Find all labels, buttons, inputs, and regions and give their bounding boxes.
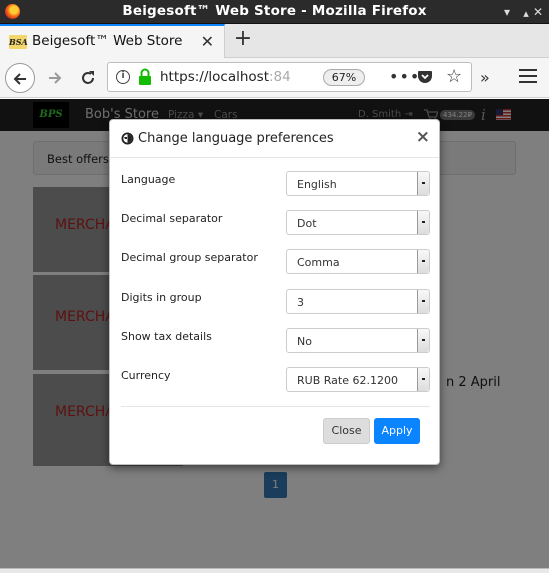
arrow-right-icon <box>49 72 62 84</box>
dropdown-arrow-icon <box>417 290 429 313</box>
tab-strip: BSA Beigesoft™ Web Store ✕ + <box>0 24 549 58</box>
page-actions-menu-icon[interactable]: ••• <box>389 67 420 86</box>
digits-in-group-value: 3 <box>297 296 304 309</box>
decimal-group-separator-value: Comma <box>297 256 340 269</box>
dropdown-arrow-icon <box>417 329 429 352</box>
lock-icon[interactable] <box>138 68 152 86</box>
site-favicon-icon: BSA <box>9 35 28 49</box>
dropdown-arrow-icon <box>417 172 429 195</box>
digits-in-group-label: Digits in group <box>121 291 202 304</box>
window-bottom-border <box>0 568 549 573</box>
close-button[interactable]: Close <box>323 418 370 444</box>
currency-value: RUB Rate 62.1200 <box>297 374 398 387</box>
close-window-icon[interactable]: ✕ <box>530 4 546 20</box>
tab-title: Beigesoft™ Web Store <box>32 33 183 49</box>
dialog-close-icon[interactable]: × <box>416 127 430 147</box>
pocket-icon[interactable] <box>417 69 433 85</box>
hamburger-menu-icon[interactable] <box>519 65 537 87</box>
url-port: :84 <box>269 69 291 85</box>
address-bar[interactable]: i https://localhost:84 67% ••• ☆ <box>107 62 472 92</box>
dropdown-arrow-icon <box>417 211 429 234</box>
forward-button[interactable] <box>40 63 70 93</box>
window-titlebar: Beigesoft™ Web Store - Mozilla Firefox ▾… <box>0 0 549 24</box>
minimize-window-icon[interactable]: ▾ <box>499 4 515 20</box>
language-value: English <box>297 178 337 191</box>
dialog-title: Change language preferences <box>138 131 334 146</box>
language-select[interactable]: English <box>286 171 430 196</box>
decimal-separator-value: Dot <box>297 217 317 230</box>
language-preferences-dialog: Change language preferences × Language E… <box>109 119 440 465</box>
digits-in-group-select[interactable]: 3 <box>286 289 430 314</box>
back-button[interactable] <box>5 63 35 93</box>
currency-label: Currency <box>121 369 171 382</box>
globe-icon <box>121 132 134 145</box>
site-info-icon[interactable]: i <box>116 70 130 84</box>
dialog-header: Change language preferences × <box>110 120 439 158</box>
url-main: https://localhost <box>160 69 269 85</box>
decimal-group-separator-label: Decimal group separator <box>121 251 258 264</box>
navigation-toolbar: i https://localhost:84 67% ••• ☆ » <box>0 58 549 98</box>
url-text[interactable]: https://localhost:84 <box>160 69 291 85</box>
overflow-chevron-icon[interactable]: » <box>480 68 490 87</box>
reload-button[interactable] <box>73 63 103 93</box>
zoom-level-button[interactable]: 67% <box>323 69 365 86</box>
window-title: Beigesoft™ Web Store - Mozilla Firefox <box>122 3 427 19</box>
reload-icon <box>82 71 94 84</box>
dropdown-arrow-icon <box>417 250 429 273</box>
show-tax-details-value: No <box>297 335 312 348</box>
show-tax-details-label: Show tax details <box>121 330 212 343</box>
decimal-separator-label: Decimal separator <box>121 212 223 225</box>
show-tax-details-select[interactable]: No <box>286 328 430 353</box>
bookmark-star-icon[interactable]: ☆ <box>446 66 462 87</box>
dialog-footer-divider <box>121 406 430 407</box>
close-tab-icon[interactable]: ✕ <box>201 32 214 51</box>
arrow-left-icon <box>13 73 26 85</box>
decimal-group-separator-select[interactable]: Comma <box>286 249 430 274</box>
dropdown-arrow-icon <box>417 368 429 391</box>
language-label: Language <box>121 173 176 186</box>
new-tab-button[interactable]: + <box>232 28 254 52</box>
apply-button[interactable]: Apply <box>374 418 420 444</box>
tab-beigesoft-web-store[interactable]: BSA Beigesoft™ Web Store ✕ <box>0 24 225 58</box>
currency-select[interactable]: RUB Rate 62.1200 <box>286 367 430 392</box>
decimal-separator-select[interactable]: Dot <box>286 210 430 235</box>
